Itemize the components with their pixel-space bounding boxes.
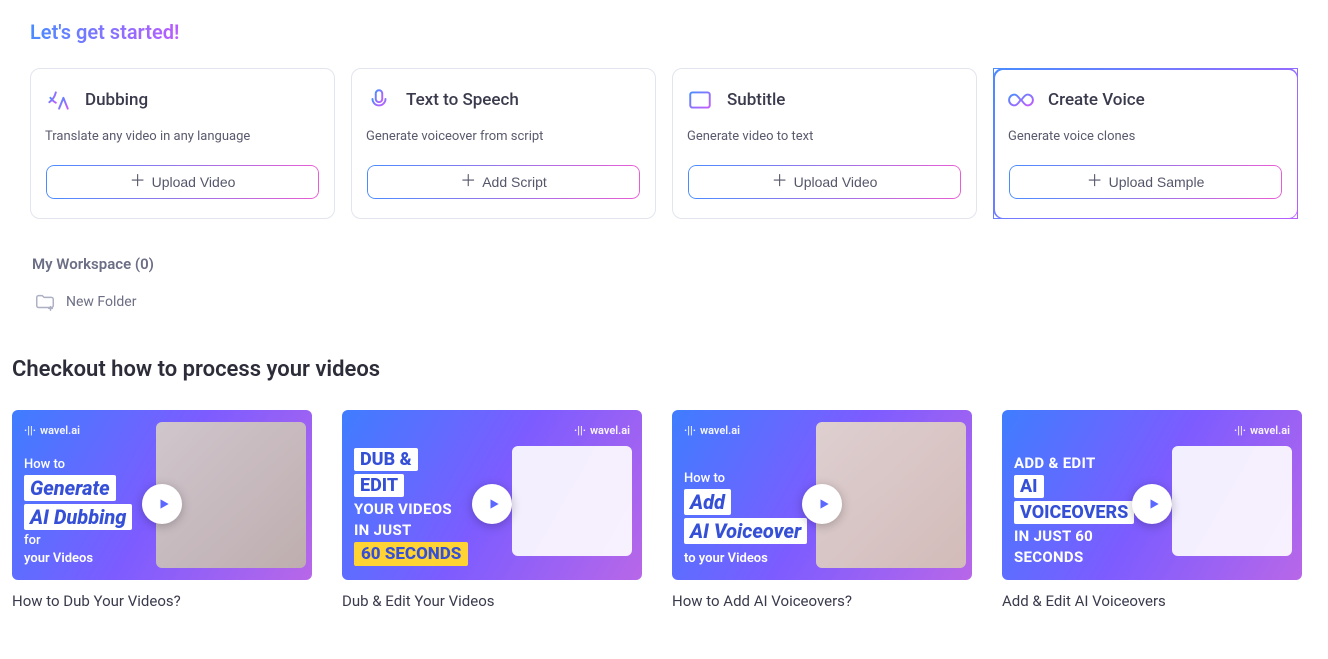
card-description: Generate video to text [687,129,962,144]
video-thumbnail[interactable]: ·||· wavel.ai How to Generate AI Dubbing… [12,410,312,580]
play-icon[interactable] [142,484,182,524]
plus-icon: ＋ [1087,174,1103,190]
thumb-panel-placeholder [1172,446,1292,556]
translate-icon [45,87,71,113]
card-description: Generate voice clones [1008,129,1283,144]
card-title: Dubbing [85,90,148,110]
button-label: Add Script [482,174,547,190]
button-label: Upload Sample [1109,174,1205,190]
folder-plus-icon [34,291,56,313]
video-label: Add & Edit AI Voiceovers [1002,592,1302,610]
plus-icon: ＋ [130,174,146,190]
thumb-panel-placeholder [512,446,632,556]
thumb-text-line: 60 SECONDS [354,542,468,566]
video-thumbnail[interactable]: ·||· wavel.ai ADD & EDIT AI VOICEOVERS I… [1002,410,1302,580]
upload-video-button[interactable]: ＋ Upload Video [687,164,962,200]
add-script-button[interactable]: ＋ Add Script [366,164,641,200]
infinity-icon [1008,87,1034,113]
play-icon[interactable] [802,484,842,524]
section-title: Checkout how to process your videos [12,357,1298,382]
card-create-voice[interactable]: Create Voice Generate voice clones ＋ Upl… [993,68,1298,219]
play-icon[interactable] [472,484,512,524]
video-card[interactable]: ·||· wavel.ai ADD & EDIT AI VOICEOVERS I… [1002,410,1302,610]
thumb-text-line: EDIT [354,474,404,497]
video-thumbnail[interactable]: ·||· wavel.ai How to Add AI Voiceover to… [672,410,972,580]
thumb-text-line: AI Voiceover [684,518,807,544]
feature-cards-row: Dubbing Translate any video in any langu… [30,68,1298,219]
brand-tag: ·||· wavel.ai [574,424,630,437]
upload-video-button[interactable]: ＋ Upload Video [45,164,320,200]
new-folder-button[interactable]: New Folder [34,291,136,313]
card-dubbing[interactable]: Dubbing Translate any video in any langu… [30,68,335,219]
button-label: Upload Video [152,174,236,190]
plus-icon: ＋ [772,174,788,190]
new-folder-label: New Folder [66,294,136,310]
video-card[interactable]: ·||· wavel.ai How to Generate AI Dubbing… [12,410,312,610]
card-description: Generate voiceover from script [366,129,641,144]
thumb-text-line: VOICEOVERS [1014,501,1134,524]
brand-tag: ·||· wavel.ai [1234,424,1290,437]
button-label: Upload Video [794,174,878,190]
thumb-text-line: Generate [24,475,116,501]
video-label: How to Add AI Voiceovers? [672,592,972,610]
video-label: How to Dub Your Videos? [12,592,312,610]
microphone-icon [366,87,392,113]
workspace-title: My Workspace (0) [32,255,1298,273]
thumb-text-line: AI Dubbing [24,504,132,530]
card-subtitle[interactable]: Subtitle Generate video to text ＋ Upload… [672,68,977,219]
card-description: Translate any video in any language [45,129,320,144]
video-card[interactable]: ·||· wavel.ai How to Add AI Voiceover to… [672,410,972,610]
video-label: Dub & Edit Your Videos [342,592,642,610]
video-card[interactable]: ·||· wavel.ai DUB & EDIT YOUR VIDEOS IN … [342,410,642,610]
upload-sample-button[interactable]: ＋ Upload Sample [1008,164,1283,200]
plus-icon: ＋ [460,174,476,190]
thumb-text-line: Add [684,489,731,515]
play-icon[interactable] [1132,484,1172,524]
card-title: Text to Speech [406,90,519,110]
video-thumbnail[interactable]: ·||· wavel.ai DUB & EDIT YOUR VIDEOS IN … [342,410,642,580]
thumb-text-line: DUB & [354,448,418,471]
card-title: Create Voice [1048,90,1145,110]
tutorial-videos-row: ·||· wavel.ai How to Generate AI Dubbing… [12,410,1298,610]
card-text-to-speech[interactable]: Text to Speech Generate voiceover from s… [351,68,656,219]
thumb-text-line: AI [1014,475,1044,498]
card-title: Subtitle [727,90,785,110]
page-title: Let's get started! [30,20,179,44]
subtitle-icon [687,87,713,113]
